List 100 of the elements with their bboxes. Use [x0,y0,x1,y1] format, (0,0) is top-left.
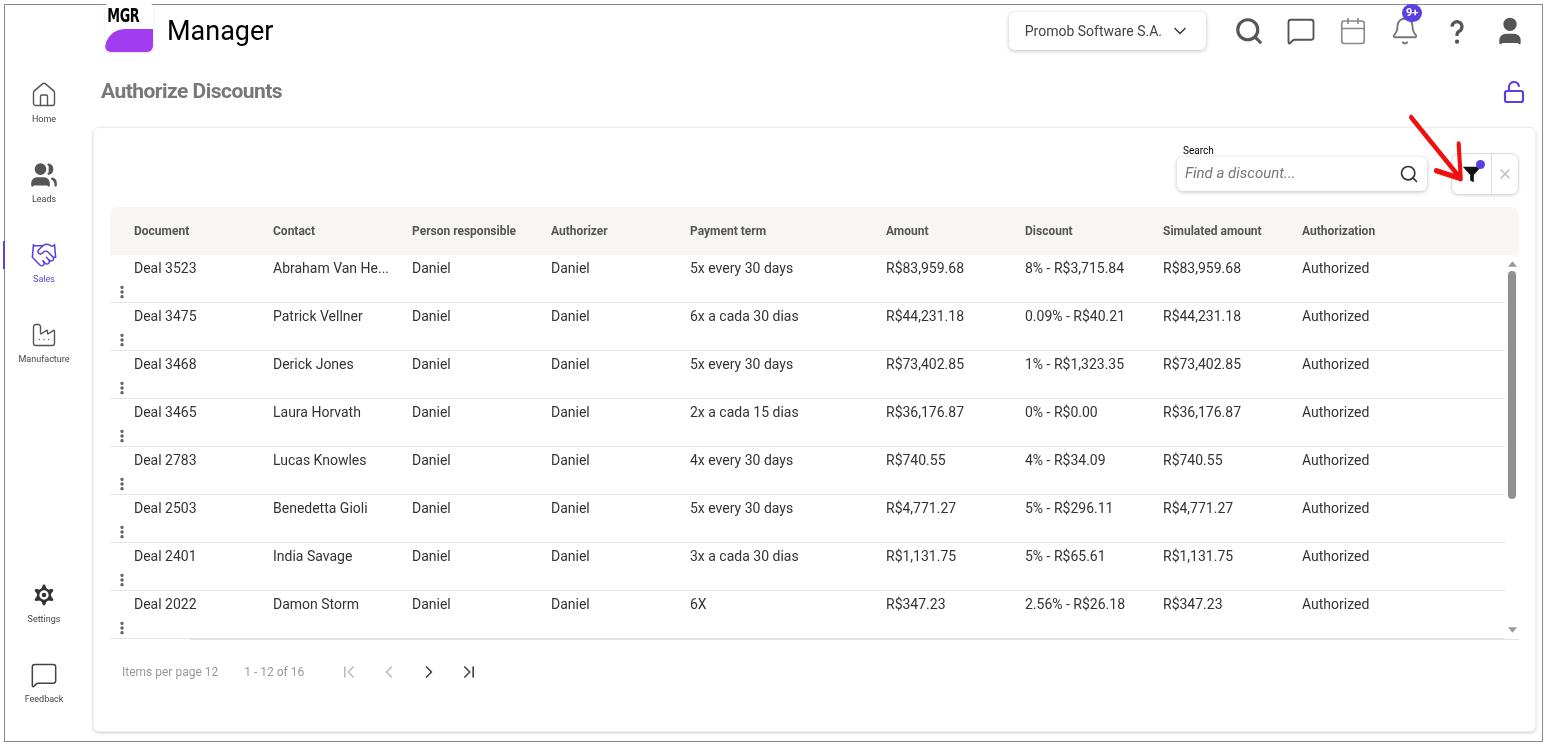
column-header: Authorizer [551,223,608,240]
speech-bubble-icon [30,661,58,689]
notification-badge: 9+ [1402,4,1423,22]
sidebar-item[interactable]: Leads [5,161,83,241]
table-cell-text: Daniel [412,402,451,422]
table-cell-text: Daniel [412,354,451,374]
table-cell-text: Damon Storm [273,594,360,614]
column-header: Document [134,223,190,240]
table-cell-text: R$4,771.27 [886,498,957,518]
sidebar-item[interactable]: Settings [5,581,83,661]
table-cell-text: 2.56% - R$26.18 [1025,594,1126,614]
table-cell-text: Deal 3475 [134,306,197,326]
search-label: Search [1183,143,1214,158]
column-header: Payment term [690,223,767,240]
table-cell-text: Laura Horvath [273,402,361,422]
house-icon [30,81,58,109]
table-cell-text: Deal 2401 [134,546,197,566]
table-cell-text: 5% - R$65.61 [1025,546,1106,566]
table-cell-text: R$36,176.87 [886,402,965,422]
column-header: Amount [886,223,929,240]
table-cell-text: Deal 3468 [134,354,197,374]
table-cell-text: Abraham Van He... [273,258,390,278]
table-cell-text: R$83,959.68 [886,258,965,278]
items-per-page: Items per page 12 [122,663,219,681]
table-cell-text: Deal 3523 [134,258,197,278]
table-cell-text: Deal 2783 [134,450,197,470]
table-cell-text: 0% - R$0.00 [1025,402,1098,422]
search-icon[interactable] [1234,16,1264,46]
scroll-down-icon[interactable] [1507,627,1517,633]
notification-bell-icon[interactable] [1390,16,1420,46]
table-cell-text: Authorized [1302,450,1370,470]
people-icon [30,161,58,189]
sidebar-item[interactable]: Manufacture [5,321,83,401]
table-cell-text: Daniel [412,258,451,278]
table-cell-text: Derick Jones [273,354,354,374]
app-name: Manager [167,13,274,49]
table-cell-text: Daniel [412,546,451,566]
table-cell-text: 0.09% - R$40.21 [1025,306,1126,326]
table-cell-text: 1% - R$1,323.35 [1025,354,1125,374]
page-range: 1 - 12 of 16 [244,663,305,681]
table-cell-text: Authorized [1302,498,1370,518]
table-cell-text: 2x a cada 15 dias [690,402,799,422]
table-cell-text: Patrick Vellner [273,306,363,326]
table-cell-text: R$4,771.27 [1163,498,1234,518]
table-cell-text: 5x every 30 days [690,258,794,278]
table-cell-text: Deal 2503 [134,498,197,518]
handshake-icon [30,241,58,269]
table-cell-text: Benedetta Gioli [273,498,368,518]
table-cell-text: R$1,131.75 [886,546,957,566]
table-cell-text: Authorized [1302,402,1370,422]
calendar-icon[interactable] [1338,16,1368,46]
table-cell-text: R$347.23 [886,594,946,614]
table-cell-text: 6x a cada 30 dias [690,306,799,326]
column-header: Contact [273,223,316,240]
table-cell-text: Deal 3465 [134,402,197,422]
table-cell-text: Daniel [551,306,590,326]
table-cell-text: R$83,959.68 [1163,258,1242,278]
table-cell-text: Lucas Knowles [273,450,367,470]
table-cell-text: Daniel [551,594,590,614]
page-title: Authorize Discounts [101,78,283,106]
table-cell-text: 4x every 30 days [690,450,794,470]
column-header: Discount [1025,223,1073,240]
table-cell-text: Authorized [1302,258,1370,278]
table-cell-text: Daniel [412,306,451,326]
table-cell-text: 8% - R$3,715.84 [1025,258,1125,278]
table-cell-text: 3x a cada 30 dias [690,546,799,566]
table-cell-text: Daniel [412,450,451,470]
table-cell-text: Daniel [412,498,451,518]
sidebar-item[interactable]: Feedback [5,661,83,741]
table-cell-text: Daniel [551,546,590,566]
unlock-icon[interactable] [1502,80,1526,104]
table-cell-text: R$36,176.87 [1163,402,1242,422]
sidebar-item[interactable]: Sales [5,241,83,321]
table-cell-text: Authorized [1302,546,1370,566]
search-icon [1399,163,1419,184]
table-cell-text: Daniel [551,498,590,518]
table-cell-text: R$740.55 [886,450,946,470]
table-cell-text: Daniel [412,594,451,614]
column-header: Authorization [1302,223,1376,240]
chat-icon[interactable] [1286,16,1316,46]
table-cell-text: R$1,131.75 [1163,546,1234,566]
column-header: Simulated amount [1163,223,1262,240]
table-cell-text: Deal 2022 [134,594,197,614]
table-cell-text: India Savage [273,546,353,566]
table-cell-text: R$44,231.18 [886,306,965,326]
sidebar-item[interactable]: Home [5,81,83,161]
company-selector[interactable]: Promob Software S.A. [1008,12,1206,50]
search-field[interactable]: Find a discount... [1185,162,1399,185]
table-cell-text: Authorized [1302,594,1370,614]
table-cell-text: R$73,402.85 [1163,354,1242,374]
app-logo: MGR [105,2,153,52]
table-cell-text: R$44,231.18 [1163,306,1242,326]
factory-icon [30,321,58,349]
table-cell-text: Daniel [551,450,590,470]
table-cell-text: Daniel [551,258,590,278]
table-cell-text: R$347.23 [1163,594,1223,614]
table-cell-text: R$73,402.85 [886,354,965,374]
table-cell-text: R$740.55 [1163,450,1223,470]
scroll-up-icon[interactable] [1507,261,1517,267]
table-cell-text: Authorized [1302,354,1370,374]
